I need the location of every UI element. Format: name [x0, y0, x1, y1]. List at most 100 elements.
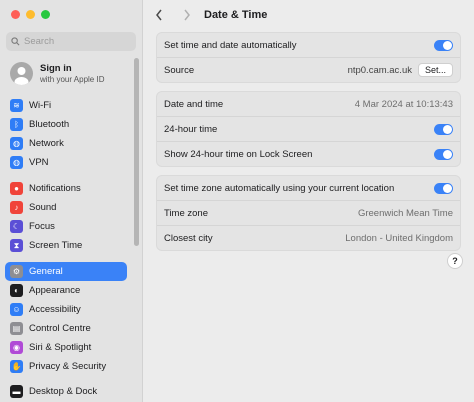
24-hour-row: 24-hour time — [157, 117, 460, 142]
help-button[interactable]: ? — [447, 253, 463, 269]
bluetooth-icon: ᛒ — [10, 118, 23, 131]
sidebar-item-notifications[interactable]: ● Notifications — [5, 179, 127, 198]
sidebar-item-sound[interactable]: ♪ Sound — [5, 198, 127, 217]
close-button[interactable] — [11, 10, 20, 19]
avatar — [10, 62, 33, 85]
24-hour-lock-row: Show 24-hour time on Lock Screen — [157, 142, 460, 166]
signin-title: Sign in — [40, 63, 72, 74]
help-icon: ? — [452, 256, 458, 266]
time-zone-row: Time zone Greenwich Mean Time — [157, 201, 460, 226]
minimize-button[interactable] — [26, 10, 35, 19]
auto-time-card: Set time and date automatically Source n… — [156, 32, 461, 83]
closest-city-value: London - United Kingdom — [345, 232, 453, 244]
sidebar-item-label: Bluetooth — [29, 119, 70, 130]
control-centre-icon: ▤ — [10, 322, 23, 335]
appearance-icon: ◐ — [10, 284, 23, 297]
sidebar-item-appearance[interactable]: ◐ Appearance — [5, 281, 127, 300]
sidebar-item-privacy-security[interactable]: ✋ Privacy & Security — [5, 357, 127, 376]
desktop-dock-icon: ▬ — [10, 385, 23, 398]
wifi-icon: ≋ — [10, 99, 23, 112]
date-time-value: 4 Mar 2024 at 10:13:43 — [354, 98, 453, 110]
source-value: ntp0.cam.ac.uk — [347, 64, 412, 76]
date-time-settings: Set time and date automatically Source n… — [156, 32, 461, 259]
sidebar-item-label: General — [29, 266, 63, 277]
apple-id-signin[interactable]: Sign in with your Apple ID — [10, 62, 104, 85]
sidebar-item-label: Screen Time — [29, 240, 83, 251]
sidebar-item-vpn[interactable]: ◍ VPN — [5, 153, 127, 172]
sidebar-item-label: Siri & Spotlight — [29, 342, 92, 353]
window-controls — [11, 10, 50, 19]
notifications-icon: ● — [10, 182, 23, 195]
set-source-button[interactable]: Set... — [417, 63, 453, 77]
sidebar-item-general[interactable]: ⚙ General — [5, 262, 127, 281]
24-hour-lock-label: Show 24-hour time on Lock Screen — [164, 148, 313, 160]
date-time-label: Date and time — [164, 98, 224, 110]
sidebar-group-notifications: ● Notifications ♪ Sound ☾ Focus ⧗ Screen… — [5, 179, 127, 255]
sidebar-item-focus[interactable]: ☾ Focus — [5, 217, 127, 236]
chevron-right-icon — [184, 9, 190, 21]
time-zone-value: Greenwich Mean Time — [357, 207, 453, 219]
screen-time-icon: ⧗ — [10, 239, 23, 252]
time-zone-label: Time zone — [164, 207, 208, 219]
sidebar-item-label: Accessibility — [29, 304, 81, 315]
sidebar-group-general: ⚙ General ◐ Appearance ☺ Accessibility ▤… — [5, 262, 127, 376]
sound-icon: ♪ — [10, 201, 23, 214]
accessibility-icon: ☺ — [10, 303, 23, 316]
sidebar-item-accessibility[interactable]: ☺ Accessibility — [5, 300, 127, 319]
24-hour-label: 24-hour time — [164, 123, 218, 135]
zoom-button[interactable] — [41, 10, 50, 19]
search-input[interactable]: Search — [6, 32, 136, 51]
page-title: Date & Time — [204, 9, 268, 21]
network-icon: ◍ — [10, 137, 23, 150]
sidebar-item-label: Control Centre — [29, 323, 91, 334]
sidebar-item-bluetooth[interactable]: ᛒ Bluetooth — [5, 115, 127, 134]
sidebar-item-label: VPN — [29, 157, 49, 168]
system-settings-window: Search Sign in with your Apple ID ≋ Wi-F… — [0, 0, 474, 402]
24-hour-lock-toggle[interactable] — [434, 148, 453, 160]
back-button[interactable] — [148, 9, 170, 21]
sidebar-item-label: Desktop & Dock — [29, 386, 98, 397]
siri-icon: ◉ — [10, 341, 23, 354]
sidebar-item-label: Notifications — [29, 183, 81, 194]
search-placeholder: Search — [24, 36, 55, 47]
auto-time-row: Set time and date automatically — [157, 33, 460, 58]
sidebar-group-desktop: ▬ Desktop & Dock — [5, 382, 127, 401]
closest-city-label: Closest city — [164, 232, 213, 244]
time-zone-card: Set time zone automatically using your c… — [156, 175, 461, 251]
24-hour-toggle[interactable] — [434, 123, 453, 135]
sidebar-item-control-centre[interactable]: ▤ Control Centre — [5, 319, 127, 338]
sidebar: Search Sign in with your Apple ID ≋ Wi-F… — [0, 0, 143, 402]
sidebar-group-network: ≋ Wi-Fi ᛒ Bluetooth ◍ Network ◍ VPN — [5, 96, 127, 172]
search-icon — [6, 37, 24, 46]
chevron-left-icon — [156, 9, 162, 21]
sidebar-item-network[interactable]: ◍ Network — [5, 134, 127, 153]
toolbar: Date & Time — [142, 0, 474, 30]
source-label: Source — [164, 64, 195, 76]
vpn-icon: ◍ — [10, 156, 23, 169]
privacy-icon: ✋ — [10, 360, 23, 373]
auto-time-zone-row: Set time zone automatically using your c… — [157, 176, 460, 201]
auto-time-zone-toggle[interactable] — [434, 182, 453, 194]
sidebar-scrollbar[interactable] — [134, 58, 139, 246]
auto-time-toggle[interactable] — [434, 39, 453, 51]
sidebar-item-desktop-dock[interactable]: ▬ Desktop & Dock — [5, 382, 127, 401]
sidebar-item-screen-time[interactable]: ⧗ Screen Time — [5, 236, 127, 255]
sidebar-item-wifi[interactable]: ≋ Wi-Fi — [5, 96, 127, 115]
sidebar-item-label: Focus — [29, 221, 55, 232]
forward-button[interactable] — [176, 9, 198, 21]
focus-icon: ☾ — [10, 220, 23, 233]
sidebar-item-label: Wi-Fi — [29, 100, 52, 111]
auto-time-zone-label: Set time zone automatically using your c… — [164, 182, 395, 194]
display-card: Date and time 4 Mar 2024 at 10:13:43 24-… — [156, 91, 461, 167]
signin-subtitle: with your Apple ID — [40, 75, 105, 84]
date-time-row: Date and time 4 Mar 2024 at 10:13:43 — [157, 92, 460, 117]
closest-city-row: Closest city London - United Kingdom — [157, 226, 460, 250]
sidebar-item-label: Sound — [29, 202, 57, 213]
sidebar-item-label: Privacy & Security — [29, 361, 107, 372]
general-icon: ⚙ — [10, 265, 23, 278]
auto-time-label: Set time and date automatically — [164, 39, 297, 51]
sidebar-item-label: Appearance — [29, 285, 81, 296]
source-row: Source ntp0.cam.ac.uk Set... — [157, 58, 460, 82]
sidebar-item-siri-spotlight[interactable]: ◉ Siri & Spotlight — [5, 338, 127, 357]
sidebar-item-label: Network — [29, 138, 64, 149]
